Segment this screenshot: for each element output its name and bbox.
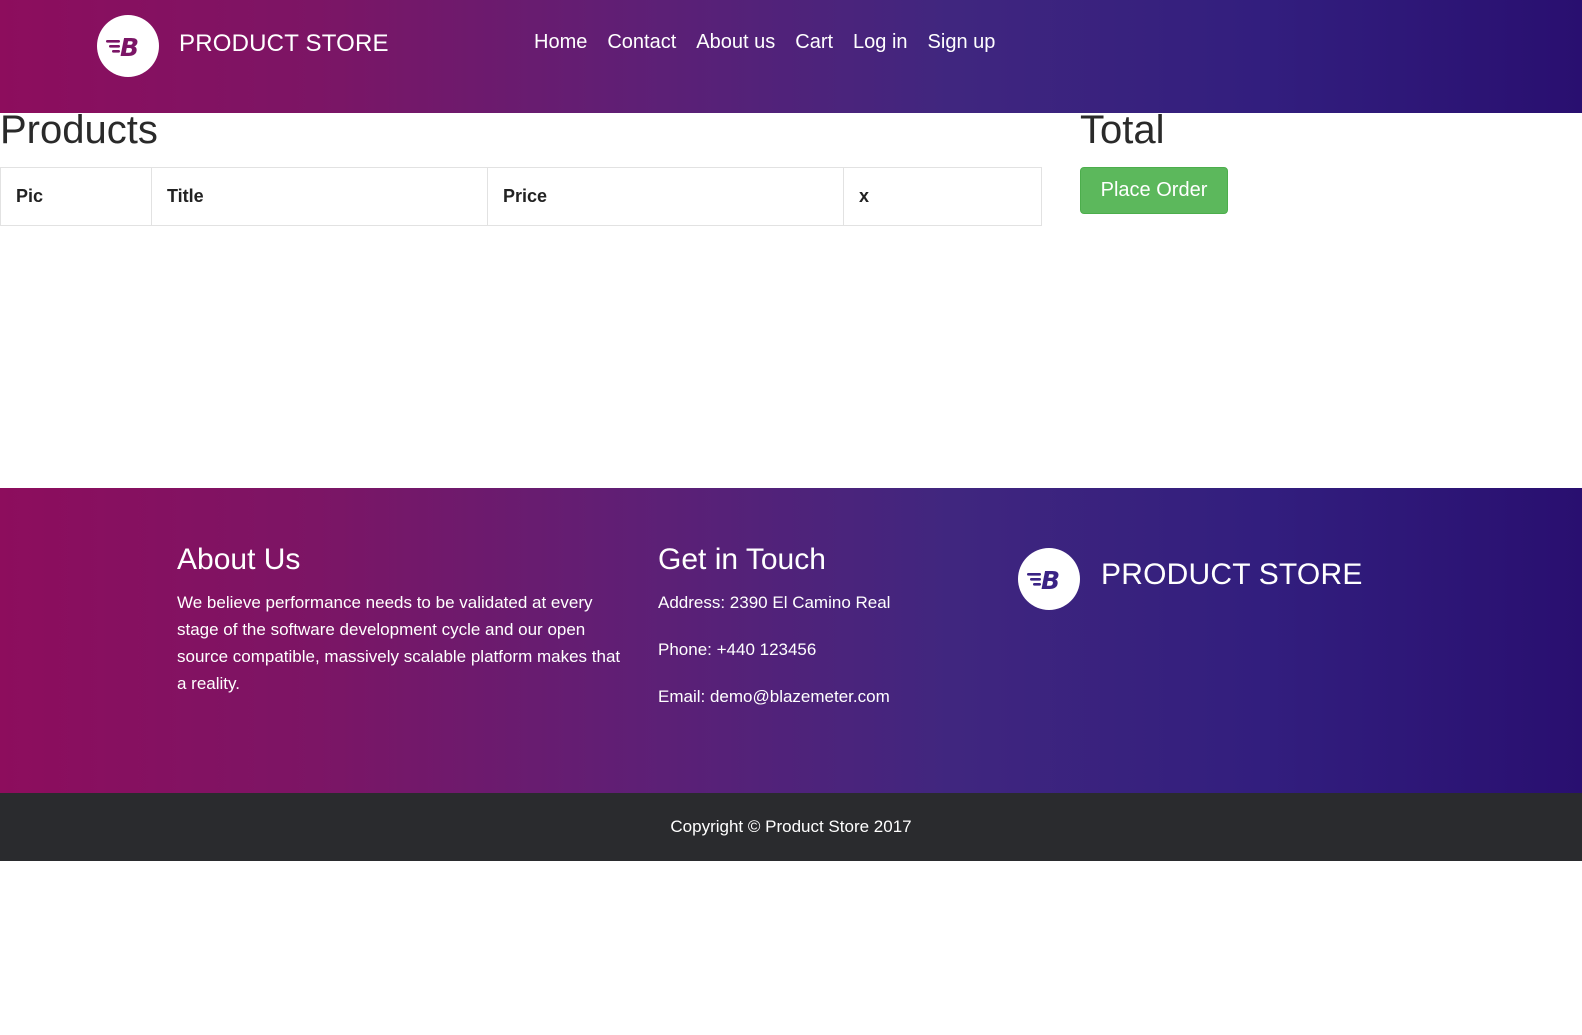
contact-email: Email: demo@blazemeter.com xyxy=(658,687,890,706)
products-table: Pic Title Price x xyxy=(0,167,1042,226)
nav-about-us[interactable]: About us xyxy=(696,31,775,54)
column-header-pic: Pic xyxy=(0,167,152,226)
footer-about-section: About Us We believe performance needs to… xyxy=(177,543,627,697)
brand-name: PRODUCT STORE xyxy=(179,30,389,57)
nav-home[interactable]: Home xyxy=(534,31,587,54)
blazemeter-logo-icon: B xyxy=(1018,548,1080,610)
svg-text:B: B xyxy=(1041,566,1060,593)
nav-log-in[interactable]: Log in xyxy=(853,31,908,54)
footer-brand-name: PRODUCT STORE xyxy=(1101,558,1363,591)
nav-links: Home Contact About us Cart Log in Sign u… xyxy=(534,31,1015,54)
svg-text:B: B xyxy=(120,33,139,60)
blazemeter-logo-icon: B xyxy=(97,15,159,77)
footer-brand: B PRODUCT STORE xyxy=(1018,548,1363,610)
get-in-touch-heading: Get in Touch xyxy=(658,543,826,576)
copyright-text: Copyright © Product Store 2017 xyxy=(670,817,912,836)
about-us-text: We believe performance needs to be valid… xyxy=(177,593,621,693)
products-heading: Products xyxy=(0,108,158,152)
nav-cart[interactable]: Cart xyxy=(795,31,833,54)
column-header-price: Price xyxy=(487,167,844,226)
footer: About Us We believe performance needs to… xyxy=(0,488,1582,793)
column-header-title: Title xyxy=(151,167,488,226)
brand-link[interactable]: B PRODUCT STORE xyxy=(97,15,389,77)
about-us-heading: About Us xyxy=(177,543,301,576)
contact-address: Address: 2390 El Camino Real xyxy=(658,593,891,612)
nav-sign-up[interactable]: Sign up xyxy=(928,31,996,54)
footer-contact-section: Get in Touch Address: 2390 El Camino Rea… xyxy=(658,543,998,707)
total-heading: Total xyxy=(1080,108,1165,152)
nav-contact[interactable]: Contact xyxy=(607,31,676,54)
copyright-bar: Copyright © Product Store 2017 xyxy=(0,793,1582,861)
contact-phone: Phone: +440 123456 xyxy=(658,640,817,659)
navbar: B PRODUCT STORE Home Contact About us Ca… xyxy=(0,0,1582,113)
column-header-delete: x xyxy=(843,167,1042,226)
table-header-row: Pic Title Price x xyxy=(0,167,1042,226)
place-order-button[interactable]: Place Order xyxy=(1080,167,1228,214)
